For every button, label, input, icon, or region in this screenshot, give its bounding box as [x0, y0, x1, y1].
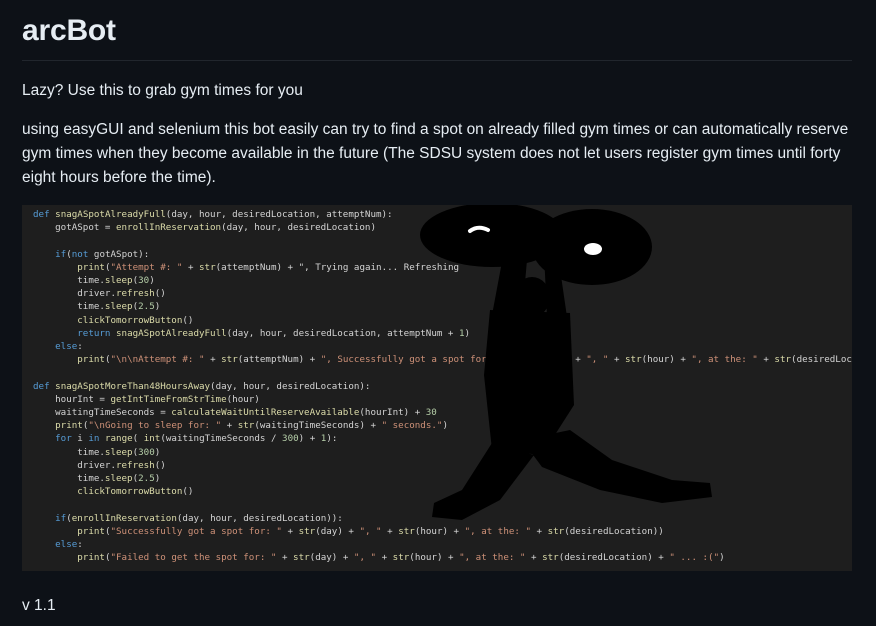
page-title: arcBot — [22, 14, 116, 47]
version-label: v 1.1 — [22, 597, 56, 614]
title-divider — [22, 60, 852, 61]
tagline: Lazy? Use this to grab gym times for you — [22, 82, 303, 99]
weightlifter-illustration — [420, 205, 712, 520]
description: using easyGUI and selenium this bot easi… — [22, 121, 849, 186]
code-screenshot: def snagASpotAlreadyFull(day, hour, desi… — [22, 205, 852, 571]
